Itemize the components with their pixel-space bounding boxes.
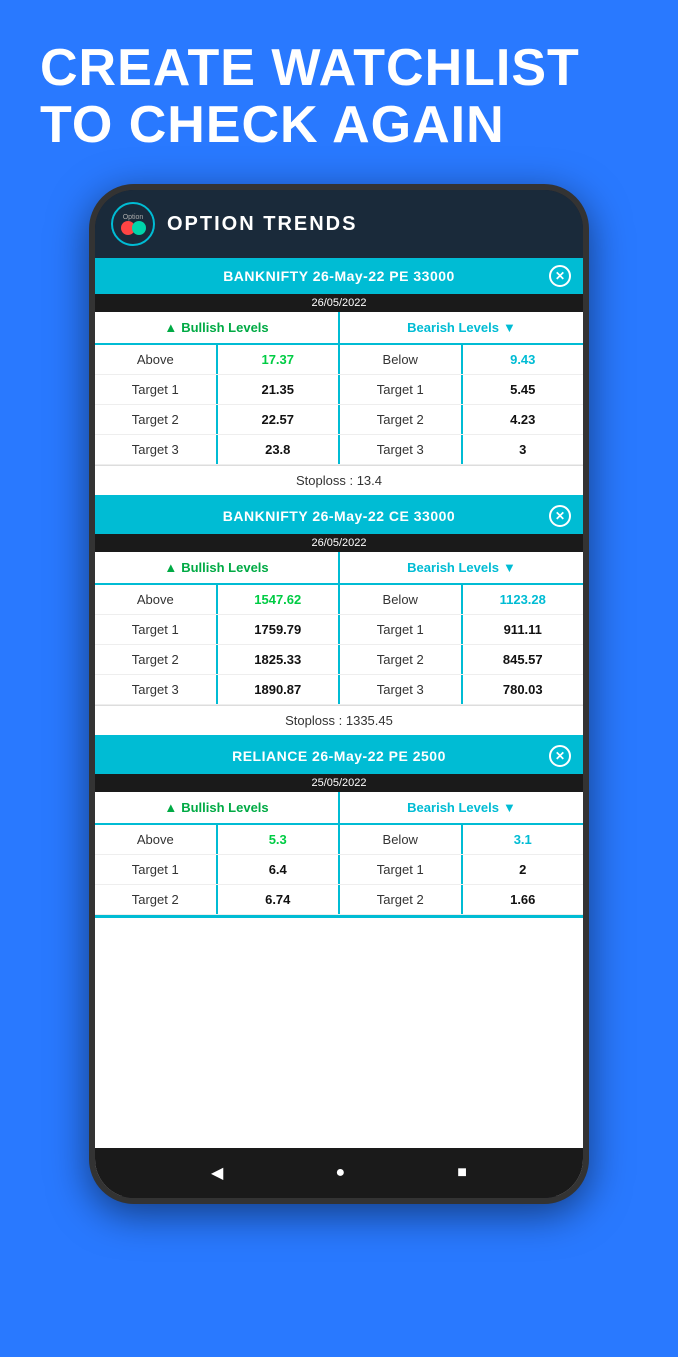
card-3-close[interactable]: ✕ <box>549 745 571 767</box>
card-1-table: Above 17.37 Below 9.43 Target 1 21.35 Ta… <box>95 345 583 465</box>
phone-frame: Option OPTION TRENDS BANKNIFTY 26-May-22… <box>89 184 589 1204</box>
card-2-header: BANKNIFTY 26-May-22 CE 33000 ✕ <box>95 498 583 534</box>
app-logo: Option <box>111 202 155 246</box>
card-1-title: BANKNIFTY 26-May-22 PE 33000 <box>223 268 455 284</box>
card-3-bearish-header: Bearish Levels ▼ <box>340 792 583 823</box>
card-1-close[interactable]: ✕ <box>549 265 571 287</box>
table-row: Above 1547.62 Below 1123.28 <box>95 585 583 615</box>
card-2-stoploss: Stoploss : 1335.45 <box>95 705 583 735</box>
table-row: Above 5.3 Below 3.1 <box>95 825 583 855</box>
hero-line1: CREATE WATCHLIST <box>40 40 638 97</box>
card-1-levels-header: ▲ Bullish Levels Bearish Levels ▼ <box>95 312 583 345</box>
table-row: Above 17.37 Below 9.43 <box>95 345 583 375</box>
card-3-bullish-header: ▲ Bullish Levels <box>95 792 340 823</box>
bullish-arrow-up: ▲ <box>164 320 177 335</box>
table-row: Target 2 6.74 Target 2 1.66 <box>95 885 583 915</box>
phone-nav-bar: ◀ ● ■ <box>95 1148 583 1198</box>
bear-value: 9.43 <box>463 345 584 374</box>
card-3-title: RELIANCE 26-May-22 PE 2500 <box>232 748 446 764</box>
table-row: Target 1 1759.79 Target 1 911.11 <box>95 615 583 645</box>
table-row: Target 1 21.35 Target 1 5.45 <box>95 375 583 405</box>
app-title: OPTION TRENDS <box>167 213 357 236</box>
card-1-stoploss: Stoploss : 13.4 <box>95 465 583 495</box>
card-3-date: 25/05/2022 <box>95 774 583 792</box>
nav-recent-button[interactable]: ■ <box>457 1164 467 1182</box>
card-1-bearish-header: Bearish Levels ▼ <box>340 312 583 343</box>
card-1-header: BANKNIFTY 26-May-22 PE 33000 ✕ <box>95 258 583 294</box>
hero-line2: TO CHECK AGAIN <box>40 97 638 154</box>
card-1: BANKNIFTY 26-May-22 PE 33000 ✕ 26/05/202… <box>95 258 583 498</box>
card-2-table: Above 1547.62 Below 1123.28 Target 1 175… <box>95 585 583 705</box>
nav-home-button[interactable]: ● <box>335 1164 345 1182</box>
card-2-bullish-header: ▲ Bullish Levels <box>95 552 340 583</box>
phone-content: BANKNIFTY 26-May-22 PE 33000 ✕ 26/05/202… <box>95 258 583 1196</box>
card-2-date: 26/05/2022 <box>95 534 583 552</box>
table-row: Target 1 6.4 Target 1 2 <box>95 855 583 885</box>
card-2: BANKNIFTY 26-May-22 CE 33000 ✕ 26/05/202… <box>95 498 583 738</box>
table-row: Target 3 1890.87 Target 3 780.03 <box>95 675 583 705</box>
card-3-table: Above 5.3 Below 3.1 Target 1 6.4 Target … <box>95 825 583 915</box>
card-2-title: BANKNIFTY 26-May-22 CE 33000 <box>223 508 455 524</box>
table-row: Target 2 1825.33 Target 2 845.57 <box>95 645 583 675</box>
bearish-arrow-down: ▼ <box>503 320 516 335</box>
card-3: RELIANCE 26-May-22 PE 2500 ✕ 25/05/2022 … <box>95 738 583 918</box>
app-header: Option OPTION TRENDS <box>95 190 583 258</box>
card-3-header: RELIANCE 26-May-22 PE 2500 ✕ <box>95 738 583 774</box>
bull-label: Above <box>95 345 218 374</box>
hero-section: CREATE WATCHLIST TO CHECK AGAIN <box>0 0 678 174</box>
card-3-levels-header: ▲ Bullish Levels Bearish Levels ▼ <box>95 792 583 825</box>
phone-mockup: Option OPTION TRENDS BANKNIFTY 26-May-22… <box>0 184 678 1204</box>
table-row: Target 2 22.57 Target 2 4.23 <box>95 405 583 435</box>
nav-back-button[interactable]: ◀ <box>211 1163 223 1183</box>
card-2-levels-header: ▲ Bullish Levels Bearish Levels ▼ <box>95 552 583 585</box>
table-row: Target 3 23.8 Target 3 3 <box>95 435 583 465</box>
card-2-close[interactable]: ✕ <box>549 505 571 527</box>
card-1-bullish-header: ▲ Bullish Levels <box>95 312 340 343</box>
card-2-bearish-header: Bearish Levels ▼ <box>340 552 583 583</box>
bear-label: Below <box>340 345 463 374</box>
bull-value: 17.37 <box>218 345 341 374</box>
card-1-date: 26/05/2022 <box>95 294 583 312</box>
